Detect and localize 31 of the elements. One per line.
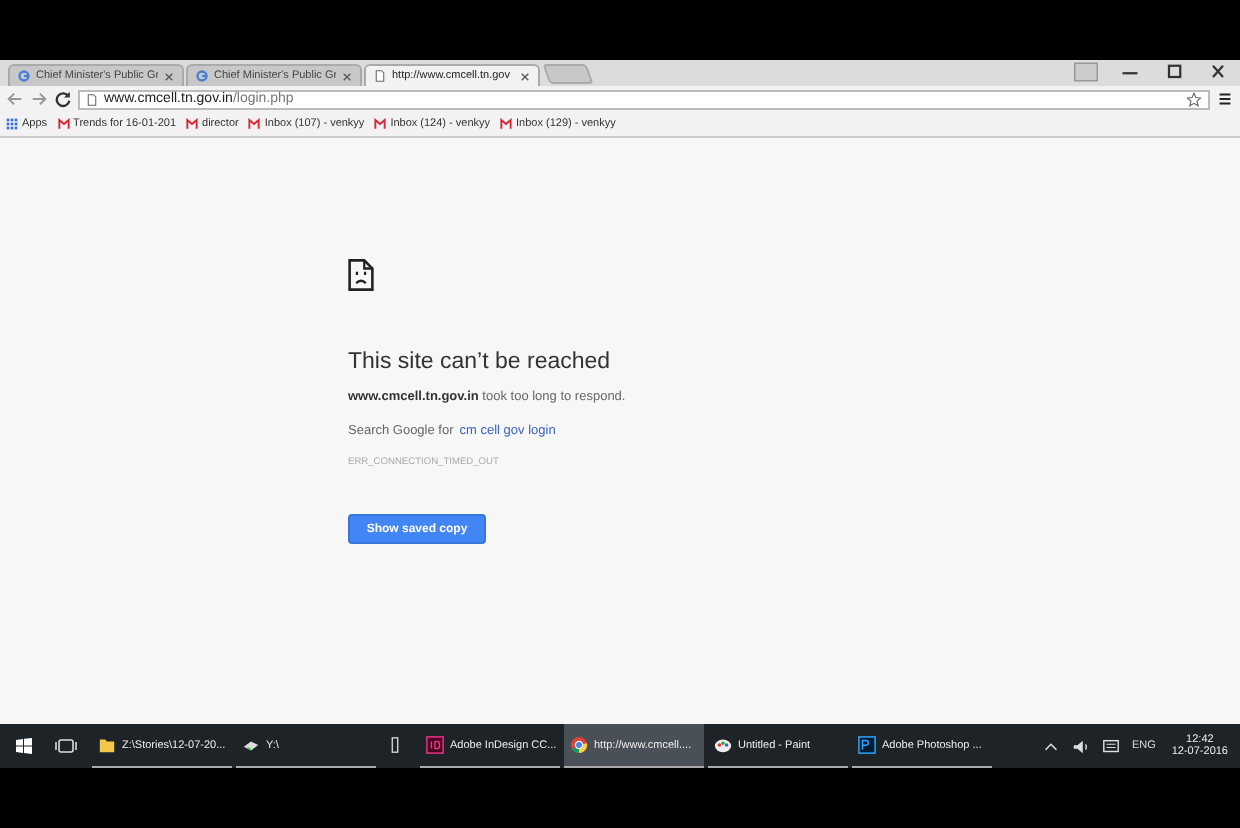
google-icon xyxy=(18,70,30,82)
browser-icon xyxy=(570,736,588,754)
mail-icon xyxy=(374,118,387,130)
error-heading: This site can’t be reached xyxy=(348,350,611,374)
start-icon[interactable] xyxy=(12,736,36,756)
task-view-icon[interactable] xyxy=(54,736,78,756)
mail-icon xyxy=(57,118,70,130)
reload-icon[interactable] xyxy=(54,90,72,108)
drive-icon xyxy=(242,736,260,754)
mail-icon xyxy=(500,118,513,130)
close-icon[interactable] xyxy=(520,71,530,81)
back-icon[interactable] xyxy=(6,90,24,108)
paint-palette-icon xyxy=(714,736,732,754)
device-icon xyxy=(386,736,404,754)
photoshop-icon xyxy=(858,736,876,754)
mail-icon xyxy=(248,118,261,130)
star-icon[interactable] xyxy=(1186,91,1202,107)
notification-icon[interactable] xyxy=(1101,737,1120,755)
folder-icon xyxy=(98,736,116,754)
page-icon xyxy=(374,70,386,82)
speaker-icon[interactable] xyxy=(1071,737,1090,755)
close-icon[interactable] xyxy=(342,71,352,81)
apps-grid-icon xyxy=(6,118,18,130)
sad-page-icon xyxy=(348,258,374,292)
google-icon xyxy=(196,70,208,82)
indesign-icon xyxy=(426,736,444,754)
forward-icon[interactable] xyxy=(30,90,48,108)
mail-icon xyxy=(186,118,199,130)
menu-icon[interactable] xyxy=(1216,90,1234,108)
close-icon[interactable] xyxy=(164,71,174,81)
page-icon xyxy=(86,93,98,105)
